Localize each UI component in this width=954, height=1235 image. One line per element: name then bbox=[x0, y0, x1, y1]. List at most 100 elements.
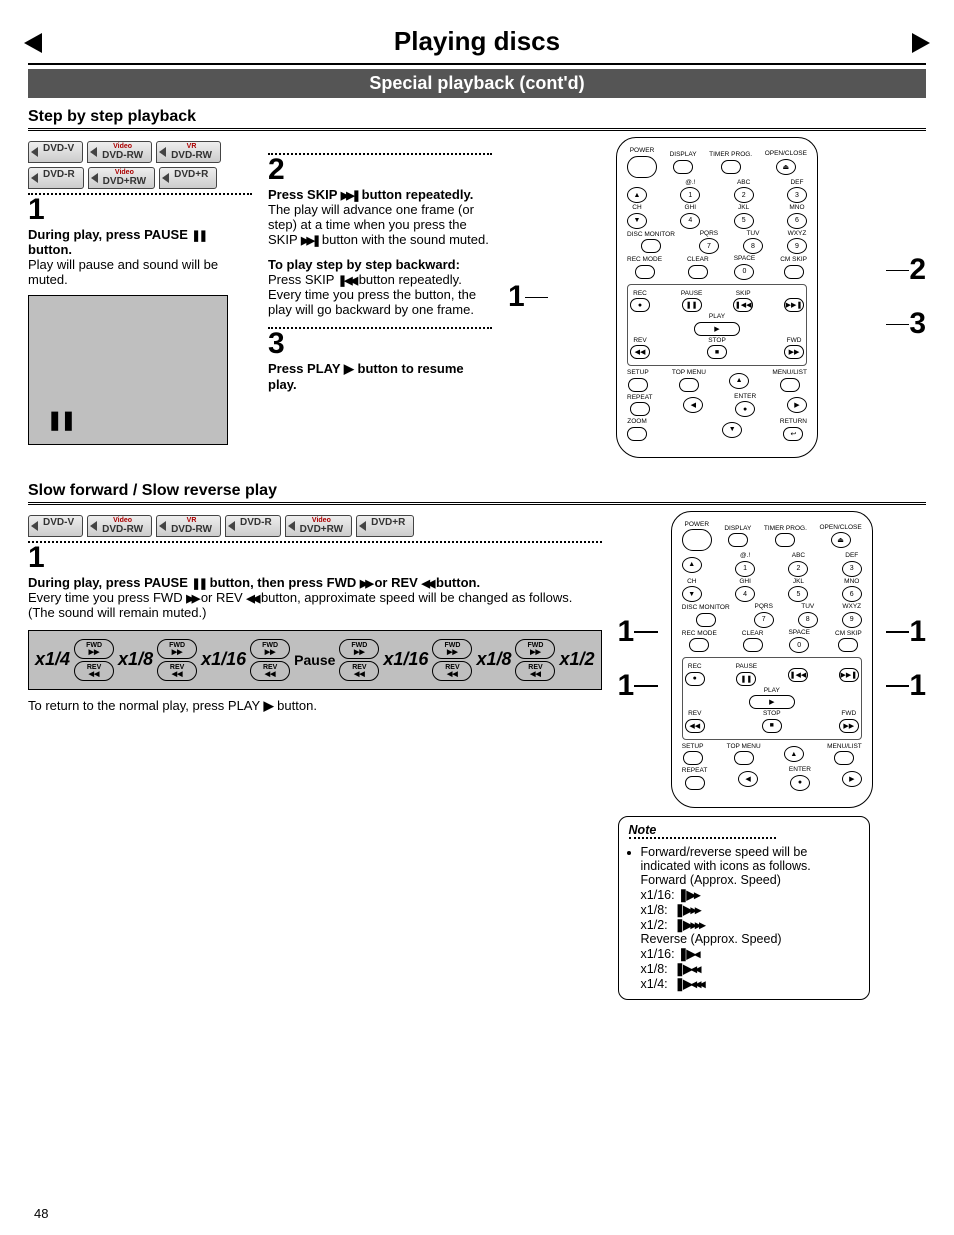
skip-prev-button[interactable]: ❚◀◀ bbox=[788, 668, 808, 682]
fwd-pill: FWD▶▶ bbox=[250, 639, 290, 659]
rec-button[interactable]: ● bbox=[630, 298, 650, 312]
remote-right-callouts: 2 3 bbox=[886, 137, 926, 458]
cmskip-button[interactable] bbox=[784, 265, 804, 279]
num-3-button[interactable]: 3 bbox=[787, 187, 807, 203]
repeat-button[interactable] bbox=[630, 402, 650, 416]
nav-down-button[interactable]: ▼ bbox=[722, 422, 742, 438]
skip-prev-button[interactable]: ❚◀◀ bbox=[733, 298, 753, 312]
badge: DVD+R bbox=[159, 167, 217, 189]
disc-monitor-button[interactable] bbox=[696, 613, 716, 627]
remote-left-callouts: 1 bbox=[508, 137, 548, 458]
rev-button[interactable]: ◀◀ bbox=[685, 719, 705, 733]
nav-left-button[interactable]: ◀ bbox=[683, 397, 703, 413]
nav-right-button[interactable]: ▶ bbox=[787, 397, 807, 413]
nav-up-button[interactable]: ▲ bbox=[729, 373, 749, 389]
disc-monitor-button[interactable] bbox=[641, 239, 661, 253]
rev-button[interactable]: ◀◀ bbox=[630, 345, 650, 359]
return-button[interactable]: ↩ bbox=[783, 427, 803, 441]
ch-up-button[interactable]: ▲ bbox=[627, 187, 647, 203]
ch-down-button[interactable]: ▼ bbox=[682, 586, 702, 602]
speed-label: x1/8 bbox=[118, 649, 153, 670]
recmode-button[interactable] bbox=[689, 638, 709, 652]
num-8-button[interactable]: 8 bbox=[743, 238, 763, 254]
slow-rev-icon: ❚▶◂◂◂ bbox=[675, 977, 704, 991]
display-button[interactable] bbox=[673, 160, 693, 174]
recmode-button[interactable] bbox=[635, 265, 655, 279]
step2-sub-text: Press SKIP button repeatedly. Every time… bbox=[268, 272, 492, 317]
rev-pill: REV◀◀ bbox=[250, 661, 290, 681]
topmenu-button[interactable] bbox=[679, 378, 699, 392]
timer-button[interactable] bbox=[721, 160, 741, 174]
repeat-button[interactable] bbox=[685, 776, 705, 790]
pause-button[interactable]: ❚❚ bbox=[736, 672, 756, 686]
power-button[interactable] bbox=[682, 529, 712, 551]
pause-button[interactable]: ❚❚ bbox=[682, 298, 702, 312]
fwd-pill: FWD▶▶ bbox=[74, 639, 114, 659]
num-1-button[interactable]: 1 bbox=[680, 187, 700, 203]
eject-button[interactable]: ⏏ bbox=[831, 532, 851, 548]
clear-button[interactable] bbox=[743, 638, 763, 652]
cmskip-button[interactable] bbox=[838, 638, 858, 652]
stop-button[interactable]: ■ bbox=[707, 345, 727, 359]
step2-text: The play will advance one frame (or step… bbox=[268, 202, 492, 247]
num-7-button[interactable]: 7 bbox=[754, 612, 774, 628]
stop-button[interactable]: ■ bbox=[762, 719, 782, 733]
num-7-button[interactable]: 7 bbox=[699, 238, 719, 254]
eject-button[interactable]: ⏏ bbox=[776, 159, 796, 175]
num-3-button[interactable]: 3 bbox=[842, 561, 862, 577]
num-2-button[interactable]: 2 bbox=[788, 561, 808, 577]
topmenu-button[interactable] bbox=[734, 751, 754, 765]
num-0-button[interactable]: 0 bbox=[789, 637, 809, 653]
callout-2: 2 bbox=[886, 253, 926, 287]
num-9-button[interactable]: 9 bbox=[787, 238, 807, 254]
step2-sub-heading: To play step by step backward: bbox=[268, 257, 492, 272]
rec-button[interactable]: ● bbox=[685, 672, 705, 686]
setup-button[interactable] bbox=[683, 751, 703, 765]
title-arrow-left bbox=[24, 33, 42, 53]
num-2-button[interactable]: 2 bbox=[734, 187, 754, 203]
note-line: x1/4: ❚▶◂◂◂ bbox=[641, 977, 704, 991]
slow-fwd-icon: ❚▶▸▸▸ bbox=[675, 918, 704, 932]
num-9-button[interactable]: 9 bbox=[842, 612, 862, 628]
menulist-button[interactable] bbox=[780, 378, 800, 392]
fwd-button[interactable]: ▶▶ bbox=[784, 345, 804, 359]
callout: 1 bbox=[618, 669, 658, 703]
power-button[interactable] bbox=[627, 156, 657, 178]
display-button[interactable] bbox=[728, 533, 748, 547]
skip-next-button[interactable]: ▶▶❚ bbox=[839, 668, 859, 682]
enter-button[interactable]: ● bbox=[735, 401, 755, 417]
play-button[interactable]: ▶ bbox=[694, 322, 740, 336]
rev-pill: REV◀◀ bbox=[339, 661, 379, 681]
section2-resume: To return to the normal play, press PLAY… bbox=[28, 698, 602, 714]
pause-screenshot bbox=[28, 295, 228, 445]
num-0-button[interactable]: 0 bbox=[734, 264, 754, 280]
enter-button[interactable]: ● bbox=[790, 775, 810, 791]
clear-button[interactable] bbox=[688, 265, 708, 279]
skip-next-button[interactable]: ▶▶❚ bbox=[784, 298, 804, 312]
fwd-button[interactable]: ▶▶ bbox=[839, 719, 859, 733]
callout: 1 bbox=[618, 615, 658, 649]
badge: DVD+R bbox=[356, 515, 414, 537]
num-4-button[interactable]: 4 bbox=[735, 586, 755, 602]
nav-left-button[interactable]: ◀ bbox=[738, 771, 758, 787]
ch-up-button[interactable]: ▲ bbox=[682, 557, 702, 573]
num-5-button[interactable]: 5 bbox=[788, 586, 808, 602]
nav-up-button[interactable]: ▲ bbox=[784, 746, 804, 762]
num-5-button[interactable]: 5 bbox=[734, 213, 754, 229]
play-button[interactable]: ▶ bbox=[749, 695, 795, 709]
section2-left: DVD-V VideoDVD-RW VRDVD-RW DVD-R VideoDV… bbox=[28, 511, 618, 714]
num-1-button[interactable]: 1 bbox=[735, 561, 755, 577]
num-6-button[interactable]: 6 bbox=[842, 586, 862, 602]
zoom-button[interactable] bbox=[627, 427, 647, 441]
num-4-button[interactable]: 4 bbox=[680, 213, 700, 229]
num-8-button[interactable]: 8 bbox=[798, 612, 818, 628]
ch-down-button[interactable]: ▼ bbox=[627, 213, 647, 229]
rev-icon bbox=[246, 590, 257, 605]
timer-button[interactable] bbox=[775, 533, 795, 547]
num-6-button[interactable]: 6 bbox=[787, 213, 807, 229]
badge: DVD-V bbox=[28, 515, 83, 537]
nav-right-button[interactable]: ▶ bbox=[842, 771, 862, 787]
section1-col2: 2 Press SKIP button repeatedly. The play… bbox=[268, 137, 508, 392]
setup-button[interactable] bbox=[628, 378, 648, 392]
menulist-button[interactable] bbox=[834, 751, 854, 765]
